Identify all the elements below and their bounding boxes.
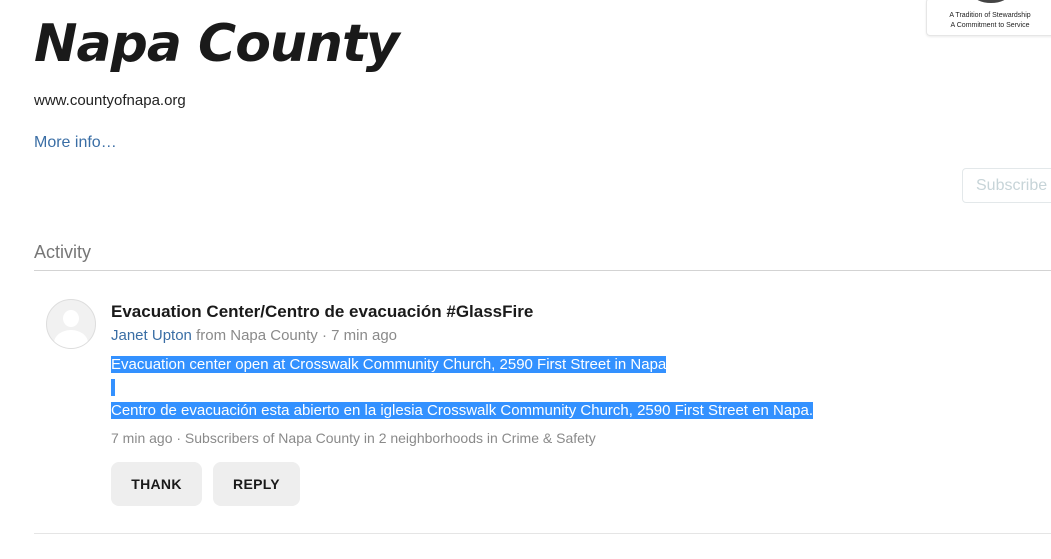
activity-divider [34, 270, 1051, 271]
post-from: from Napa County [196, 327, 318, 344]
more-info-link[interactable]: More info… [34, 133, 117, 152]
meta-separator: · [321, 327, 327, 344]
post-meta: Janet Upton from Napa County · 7 min ago [111, 327, 397, 345]
logo-tagline-2: A Commitment to Service [950, 22, 1030, 29]
logo-seal-icon [973, 0, 1009, 3]
avatar-body-icon [54, 330, 88, 348]
post-body-line-blank [111, 379, 115, 396]
website-url: www.countyofnapa.org [34, 92, 186, 109]
page-title: Napa County [34, 14, 400, 74]
post-time: 7 min ago [331, 327, 398, 344]
reply-button[interactable]: REPLY [213, 462, 300, 506]
post-divider [34, 533, 1051, 534]
author-avatar[interactable] [46, 299, 96, 349]
post-body: Evacuation center open at Crosswalk Comm… [111, 353, 1011, 422]
activity-heading: Activity [34, 242, 92, 262]
post-body-line-spanish: Centro de evacuación esta abierto en la … [111, 402, 814, 419]
thank-button[interactable]: THANK [111, 462, 202, 506]
post-title[interactable]: Evacuation Center/Centro de evacuación #… [111, 302, 533, 322]
county-logo: A Tradition of Stewardship A Commitment … [926, 0, 1051, 36]
logo-tagline-1: A Tradition of Stewardship [949, 12, 1031, 19]
post-body-line-english: Evacuation center open at Crosswalk Comm… [111, 356, 667, 373]
subscribe-button[interactable]: Subscribe [962, 168, 1051, 203]
author-link[interactable]: Janet Upton [111, 327, 192, 344]
post-footer: 7 min ago · Subscribers of Napa County i… [111, 430, 596, 446]
avatar-head-icon [63, 310, 79, 327]
